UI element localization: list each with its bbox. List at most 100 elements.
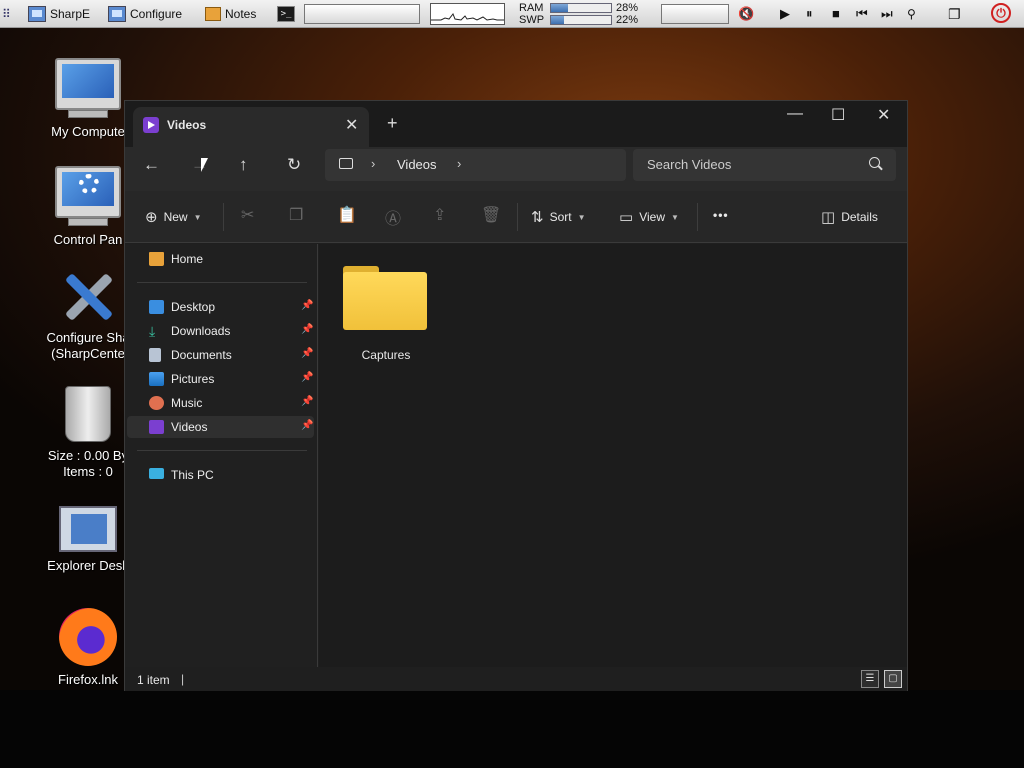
folder-name[interactable]: Captures bbox=[331, 348, 441, 362]
sidebar-item-desktop[interactable]: Desktop 📌 bbox=[127, 296, 314, 318]
breadcrumb-videos[interactable]: Videos bbox=[397, 157, 437, 172]
this-pc-icon[interactable] bbox=[339, 158, 353, 169]
rename-icon[interactable]: Ⓐ bbox=[385, 205, 401, 229]
pin-icon[interactable]: 📌 bbox=[301, 324, 313, 335]
firefox-icon bbox=[59, 608, 117, 666]
monitor-icon bbox=[28, 6, 46, 22]
maximize-button[interactable]: ☐ bbox=[831, 105, 845, 125]
configure-icon bbox=[108, 6, 126, 22]
cpu-graph bbox=[430, 3, 505, 25]
close-window-button[interactable]: ✕ bbox=[877, 105, 890, 125]
desktop-icon bbox=[149, 300, 164, 314]
status-bar: 1 item | ☰ ▢ bbox=[125, 667, 907, 691]
sidebar-item-music[interactable]: Music 📌 bbox=[127, 392, 314, 414]
videos-folder-icon bbox=[143, 117, 159, 133]
pin-icon[interactable]: 📌 bbox=[301, 396, 313, 407]
ram-label: RAM bbox=[519, 2, 544, 14]
network-icon[interactable]: ⚲ bbox=[907, 6, 916, 22]
sort-icon: ⇅ bbox=[531, 209, 544, 226]
sort-button[interactable]: ⇅ Sort ▼ bbox=[531, 208, 586, 226]
start-menu-icon[interactable]: ⠿ bbox=[2, 4, 11, 24]
trash-icon bbox=[65, 386, 111, 442]
mouse-cursor bbox=[201, 158, 208, 172]
divider bbox=[137, 450, 307, 451]
back-button[interactable]: ← bbox=[143, 155, 160, 175]
details-view-button[interactable]: ☰ bbox=[861, 670, 879, 688]
ram-value: 28% bbox=[616, 2, 639, 14]
address-bar[interactable]: › Videos › bbox=[325, 149, 626, 181]
pin-icon[interactable]: 📌 bbox=[301, 420, 313, 431]
stop-button[interactable]: ■ bbox=[832, 6, 840, 22]
muted-speaker-icon[interactable]: 🔇 bbox=[738, 6, 754, 22]
new-tab-button[interactable]: + bbox=[387, 113, 398, 134]
notes-button[interactable]: Notes bbox=[205, 4, 256, 24]
music-icon bbox=[149, 396, 164, 410]
minimize-button[interactable]: — bbox=[787, 105, 803, 123]
sidebar-item-downloads[interactable]: ⤓ Downloads 📌 bbox=[127, 320, 314, 342]
divider bbox=[517, 203, 518, 231]
file-explorer-window: Videos ✕ + — ☐ ✕ ← → ↑ ↻ › Videos › Sear… bbox=[124, 100, 908, 691]
volume-field[interactable] bbox=[661, 4, 729, 24]
document-icon bbox=[149, 348, 161, 362]
search-placeholder: Search Videos bbox=[647, 157, 732, 172]
search-input[interactable]: Search Videos bbox=[633, 149, 896, 181]
view-button[interactable]: ▭ View ▼ bbox=[619, 208, 679, 226]
new-button[interactable]: ⊕ New ▼ bbox=[145, 208, 202, 226]
pause-button[interactable]: ⏸ bbox=[806, 6, 813, 22]
search-icon[interactable] bbox=[869, 157, 880, 168]
close-tab-button[interactable]: ✕ bbox=[345, 115, 358, 135]
play-button[interactable]: ▶ bbox=[780, 6, 790, 22]
navigation-bar: ← → ↑ ↻ › Videos › Search Videos bbox=[125, 147, 907, 191]
terminal-icon: >_ bbox=[277, 6, 295, 22]
windows-icon[interactable]: ❐ bbox=[948, 6, 961, 22]
up-button[interactable]: ↑ bbox=[239, 155, 248, 175]
chevron-down-icon: ▼ bbox=[670, 212, 679, 222]
sidebar-item-videos[interactable]: Videos 📌 bbox=[127, 416, 314, 438]
previous-track-button[interactable]: ⏮ bbox=[856, 6, 868, 22]
breadcrumb-separator[interactable]: › bbox=[371, 156, 375, 171]
cut-icon[interactable]: ✂ bbox=[241, 205, 254, 225]
terminal-button[interactable]: >_ bbox=[277, 4, 295, 24]
notes-label: Notes bbox=[225, 7, 257, 21]
navigation-pane: Home Desktop 📌 ⤓ Downloads 📌 Documents 📌… bbox=[125, 244, 318, 667]
pin-icon[interactable]: 📌 bbox=[301, 372, 313, 383]
breadcrumb-separator[interactable]: › bbox=[457, 156, 461, 171]
task-field[interactable] bbox=[304, 4, 420, 24]
configure-button[interactable]: Configure bbox=[108, 4, 182, 24]
desktop-shadow bbox=[0, 690, 1024, 768]
details-button[interactable]: ◫ Details bbox=[821, 208, 878, 226]
sidebar-item-pictures[interactable]: Pictures 📌 bbox=[127, 368, 314, 390]
swp-value: 22% bbox=[616, 14, 639, 26]
next-track-button[interactable]: ⏭ bbox=[881, 6, 893, 22]
sidebar-item-label: Music bbox=[171, 396, 203, 410]
tab-videos[interactable]: Videos ✕ bbox=[133, 107, 369, 147]
copy-icon[interactable]: ❐ bbox=[289, 205, 303, 225]
share-icon[interactable]: ⇪ bbox=[433, 205, 446, 225]
explorer-icon bbox=[59, 506, 117, 552]
power-button[interactable]: ⏻ bbox=[991, 3, 1011, 23]
pin-icon[interactable]: 📌 bbox=[301, 300, 313, 311]
sidebar-item-label: Downloads bbox=[171, 324, 231, 338]
sidebar-item-home[interactable]: Home bbox=[127, 248, 314, 270]
more-options-button[interactable]: ••• bbox=[713, 208, 729, 222]
pin-icon[interactable]: 📌 bbox=[301, 348, 313, 359]
refresh-button[interactable]: ↻ bbox=[287, 155, 301, 175]
sort-label: Sort bbox=[549, 210, 572, 224]
taskbar: ⠿ SharpE Configure Notes >_ RAM SWP 28% … bbox=[0, 0, 1024, 28]
paste-icon[interactable]: 📋 bbox=[337, 205, 357, 225]
sharpe-button[interactable]: SharpE bbox=[28, 4, 90, 24]
item-count: 1 item bbox=[137, 673, 170, 687]
command-bar: ⊕ New ▼ ✂ ❐ 📋 Ⓐ ⇪ 🗑 ⇅ Sort ▼ ▭ View ▼ ••… bbox=[125, 191, 907, 243]
sidebar-item-label: Desktop bbox=[171, 300, 216, 314]
sidebar-item-this-pc[interactable]: This PC bbox=[127, 464, 314, 486]
plus-circle-icon: ⊕ bbox=[145, 209, 158, 226]
sidebar-item-documents[interactable]: Documents 📌 bbox=[127, 344, 314, 366]
delete-icon[interactable]: 🗑 bbox=[481, 205, 501, 225]
status-separator: | bbox=[181, 672, 185, 686]
chevron-down-icon: ▼ bbox=[577, 212, 586, 222]
tiles-view-button[interactable]: ▢ bbox=[884, 670, 902, 688]
swp-meter bbox=[550, 15, 612, 25]
folder-captures[interactable] bbox=[343, 262, 427, 330]
view-label: View bbox=[639, 210, 665, 224]
details-label: Details bbox=[841, 210, 878, 224]
